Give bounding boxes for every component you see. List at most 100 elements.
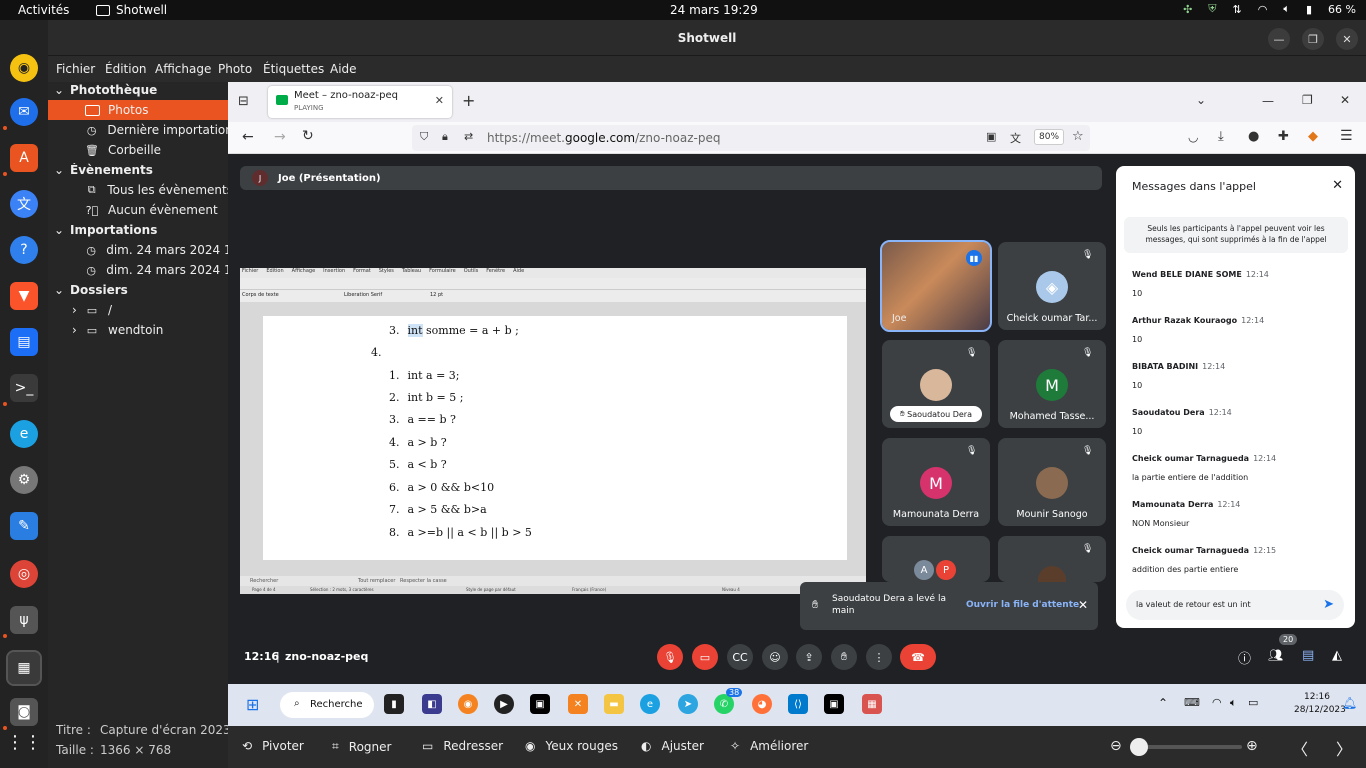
close-toast-icon[interactable]: ✕ [1078, 598, 1088, 612]
raise-hand-button[interactable]: ✋︎ [831, 644, 857, 670]
files-icon[interactable]: ▤ [10, 328, 38, 356]
forward-icon[interactable]: → [274, 129, 286, 145]
writer-menu-item[interactable]: Insertion [323, 268, 345, 278]
open-queue-link[interactable]: Ouvrir la file d'attente [966, 600, 1079, 610]
menu-fichier[interactable]: Fichier [56, 62, 95, 76]
show-apps-icon[interactable]: ⋮⋮ [6, 728, 42, 756]
captions-button[interactable]: CC [727, 644, 753, 670]
clock[interactable]: 24 mars 19:29 [670, 3, 758, 17]
edge-icon[interactable]: e [10, 420, 38, 448]
participant-tile-mamounata[interactable]: 🎙︎ M Mamounata Derra [882, 438, 990, 526]
writer-menu-item[interactable]: Fenêtre [486, 268, 505, 278]
sidebar-section-events[interactable]: ⌄ Évènements [48, 160, 228, 180]
next-photo-icon[interactable]: 〉 [1336, 736, 1352, 760]
hamburger-menu-icon[interactable]: ☰ [1340, 128, 1353, 144]
chevron-down-icon[interactable]: ⌄ [48, 223, 70, 237]
windows-start-icon[interactable]: ⊞ [246, 695, 259, 714]
shotwell-icon[interactable]: ▦ [6, 650, 42, 686]
wifi-icon[interactable]: ◠ [1212, 696, 1222, 709]
activities-button[interactable]: Activités [18, 3, 69, 17]
volume-icon[interactable]: 🔈︎ [1230, 696, 1237, 710]
brave-icon[interactable]: ▼ [10, 282, 38, 310]
present-button[interactable]: ⇪ [796, 644, 822, 670]
font-name-box[interactable]: Liberation Serif [344, 292, 382, 298]
camera-toggle-button[interactable]: ▭ [692, 644, 718, 670]
sidebar-section-imports[interactable]: ⌄ Importations [48, 220, 228, 240]
translate-icon[interactable]: 文 [1010, 130, 1021, 146]
menu-affichage[interactable]: Affichage [155, 62, 211, 76]
tab-overview-icon[interactable]: ⊟ [238, 94, 249, 109]
match-case-checkbox[interactable]: Respecter la casse [400, 578, 447, 584]
jetbrains-icon[interactable]: ▣ [824, 694, 844, 714]
notifications-icon[interactable]: 🔔︎ [1342, 696, 1357, 710]
camera-icon[interactable]: ◙ [10, 698, 38, 726]
participant-tile-mounir[interactable]: 🎙︎ Mounir Sanogo [998, 438, 1106, 526]
more-options-button[interactable]: ⋮ [866, 644, 892, 670]
terminal-icon[interactable]: >_ [10, 374, 38, 402]
back-icon[interactable]: ← [242, 129, 254, 145]
sidebar-item-no-event[interactable]: ?⃝ Aucun évènement [48, 200, 228, 220]
battery-icon[interactable]: ▭ [1248, 696, 1258, 709]
zoom-slider-handle[interactable] [1130, 738, 1148, 756]
writer-menu-item[interactable]: Fichier [242, 268, 258, 278]
tray-overflow-icon[interactable]: ⌃ [1158, 696, 1168, 710]
downloads-icon[interactable]: ⤓ [1218, 129, 1224, 144]
windows-search-box[interactable]: ⌕ Recherche [280, 692, 374, 718]
writer-menu-item[interactable]: Tableau [402, 268, 421, 278]
writer-menu-item[interactable]: Aide [513, 268, 524, 278]
sidebar-item-photos[interactable]: Photos [48, 100, 228, 120]
participant-tile-cheick[interactable]: 🎙︎ ◈ Cheick oumar Tar... [998, 242, 1106, 330]
windows-clock[interactable]: 12:16 [1304, 692, 1330, 702]
menu-etiquettes[interactable]: Étiquettes [263, 62, 324, 76]
taskbar-app-icon[interactable]: ▦ [862, 694, 882, 714]
taskbar-app-icon[interactable]: ◉ [458, 694, 478, 714]
new-tab-icon[interactable]: + [462, 91, 475, 110]
wifi-icon[interactable]: ◠ [1258, 3, 1268, 16]
tab-list-icon[interactable]: ⌄ [1196, 93, 1206, 107]
paragraph-style-box[interactable]: Corps de texte [242, 292, 279, 298]
chat-icon[interactable]: ▤ [1302, 648, 1314, 663]
lock-icon[interactable]: 🔒︎ [442, 130, 448, 144]
chrome-icon[interactable]: ◎ [10, 560, 38, 588]
zoom-in-icon[interactable]: ⊕ [1246, 738, 1258, 754]
sidebar-item-last-import[interactable]: ◷ Dernière importation [48, 120, 228, 140]
menu-photo[interactable]: Photo [218, 62, 252, 76]
shield-icon[interactable]: ⛨ [1208, 2, 1216, 16]
previous-photo-icon[interactable]: 〈 [1292, 736, 1308, 760]
writer-menu-item[interactable]: Édition [266, 268, 283, 278]
chevron-right-icon[interactable]: › [72, 303, 84, 317]
participant-tile-joe[interactable]: ▮▮ Joe [880, 240, 992, 332]
sidebar-section-folders[interactable]: ⌄ Dossiers [48, 280, 228, 300]
menu-edition[interactable]: Édition [105, 62, 147, 76]
participant-tile-saoudatou[interactable]: 🎙︎ ✋︎ Saoudatou Dera [882, 340, 990, 428]
chevron-down-icon[interactable]: ⌄ [48, 283, 70, 297]
chevron-down-icon[interactable]: ⌄ [48, 163, 70, 177]
chevron-right-icon[interactable]: › [72, 323, 84, 337]
font-size-box[interactable]: 12 pt [430, 292, 443, 298]
people-icon[interactable]: 👥︎ [1268, 648, 1283, 662]
straighten-button[interactable]: ▭ Redresser [422, 739, 503, 753]
battery-icon[interactable]: ▮ [1306, 3, 1312, 16]
translate-icon[interactable]: 文 [10, 190, 38, 218]
pocket-icon[interactable]: ◡ [1188, 130, 1198, 144]
enhance-button[interactable]: ✧ Améliorer [730, 739, 808, 753]
leave-call-button[interactable]: ☎ [900, 644, 936, 670]
xampp-icon[interactable]: ✕ [568, 694, 588, 714]
find-input[interactable]: Rechercher [250, 578, 278, 584]
system-tray[interactable]: ✣ ⛨ ⇅ ◠ 🔈︎ ▮ 66 % [1183, 2, 1356, 16]
settings-icon[interactable]: ⚙ [10, 466, 38, 494]
taskbar-app-icon[interactable]: ▶ [494, 694, 514, 714]
bookmark-star-icon[interactable]: ☆ [1072, 129, 1084, 144]
volume-icon[interactable]: 🔈︎ [1283, 2, 1290, 16]
sidebar-item-import-1[interactable]: ◷ dim. 24 mars 2024 1... [48, 240, 228, 260]
app-menu[interactable]: Shotwell [96, 3, 167, 17]
keyboard-icon[interactable]: ⌨ [1184, 696, 1200, 709]
close-button[interactable]: ✕ [1336, 28, 1358, 50]
extension-icon[interactable]: ✣ [1183, 3, 1192, 16]
taskbar-app-icon[interactable]: ▣ [530, 694, 550, 714]
sidebar-item-wendtoin-folder[interactable]: › ▭ wendtoin [48, 320, 228, 340]
reader-view-icon[interactable]: ▣ [986, 130, 996, 143]
sidebar-section-library[interactable]: ⌄ Photothèque [48, 80, 228, 100]
minimize-button[interactable]: — [1268, 28, 1290, 50]
transfer-icon[interactable]: ⇅ [1233, 3, 1242, 16]
